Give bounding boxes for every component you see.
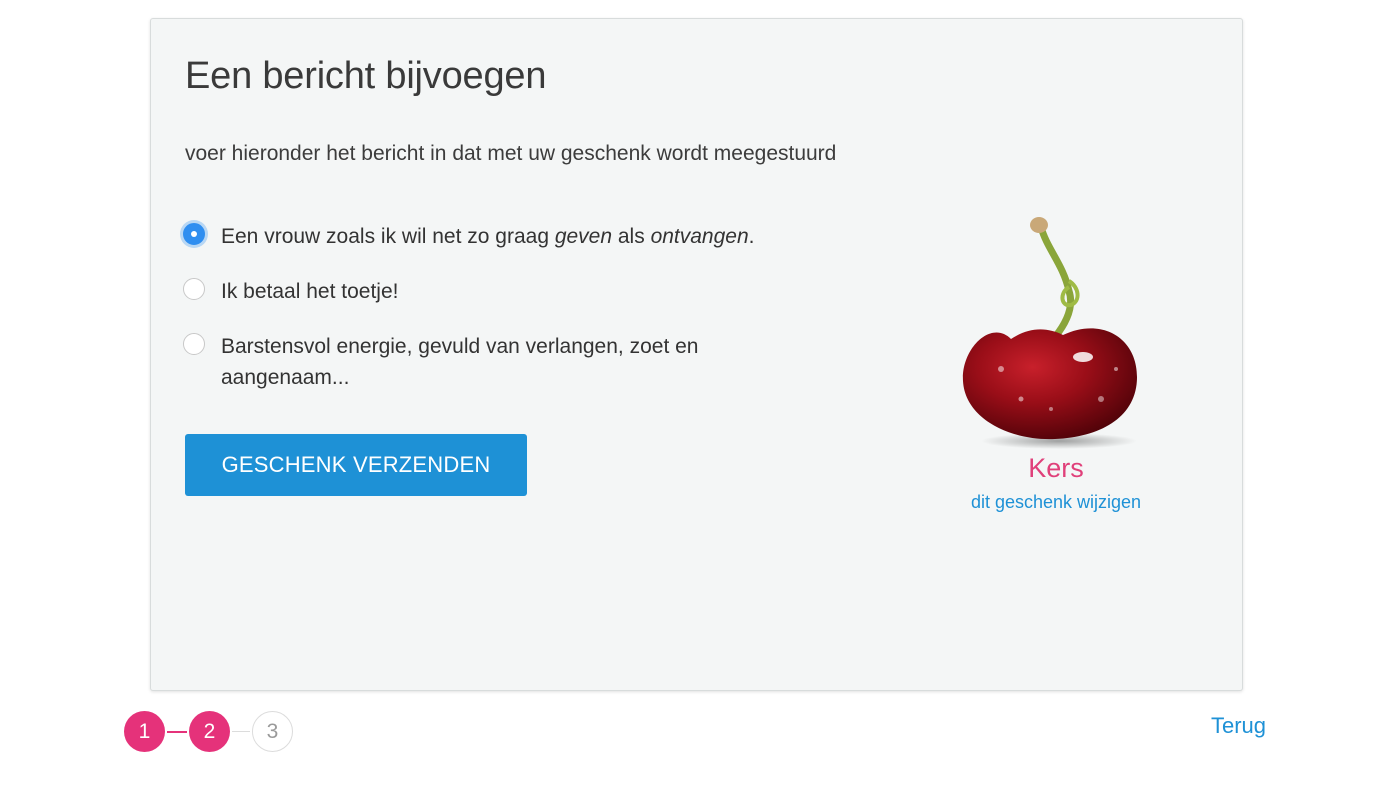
step-2: 2 (189, 711, 230, 752)
message-option-2[interactable]: Ik betaal het toetje! (183, 276, 823, 307)
message-option-label: Een vrouw zoals ik wil net zo graag geve… (221, 225, 755, 248)
send-gift-button[interactable]: GESCHENK VERZENDEN (185, 434, 527, 496)
change-gift-link[interactable]: dit geschenk wijzigen (971, 492, 1141, 513)
page-title: Een bericht bijvoegen (185, 55, 547, 97)
cherry-icon (962, 217, 1137, 449)
step-connector (232, 731, 250, 732)
back-link[interactable]: Terug (1211, 713, 1266, 739)
radio-unselected[interactable] (183, 333, 205, 355)
page-subtitle: voer hieronder het bericht in dat met uw… (185, 142, 837, 165)
message-option-label: Ik betaal het toetje! (221, 280, 399, 303)
step-indicator: 1 2 3 (124, 711, 293, 752)
step-1: 1 (124, 711, 165, 752)
message-option-3[interactable]: Barstensvol energie, gevuld van verlange… (183, 331, 823, 393)
radio-selected[interactable] (183, 223, 205, 245)
step-3: 3 (252, 711, 293, 752)
message-options: Een vrouw zoals ik wil net zo graag geve… (183, 221, 823, 417)
gift-name: Kers (1028, 453, 1084, 483)
message-option-label: Barstensvol energie, gevuld van verlange… (221, 335, 699, 389)
message-option-1[interactable]: Een vrouw zoals ik wil net zo graag geve… (183, 221, 823, 252)
message-card: Een bericht bijvoegen voer hieronder het… (150, 18, 1243, 691)
step-connector (167, 730, 187, 733)
radio-unselected[interactable] (183, 278, 205, 300)
gift-panel: Kers dit geschenk wijzigen (941, 209, 1171, 513)
